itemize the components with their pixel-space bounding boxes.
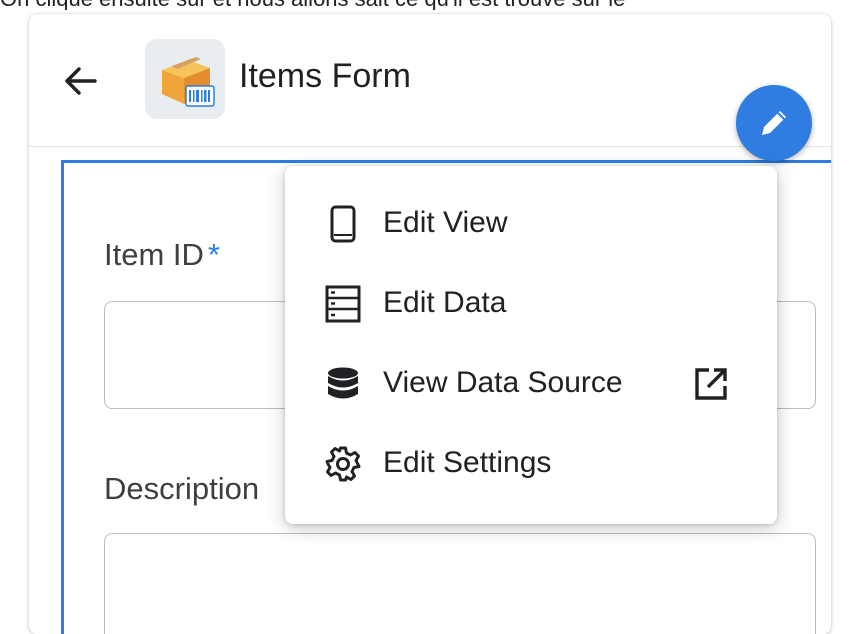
menu-item-view-data-source[interactable]: View Data Source xyxy=(285,344,777,424)
menu-item-edit-view[interactable]: Edit View xyxy=(285,184,777,264)
description-label: Description xyxy=(104,471,260,506)
required-mark: * xyxy=(207,237,220,272)
table-rows-icon xyxy=(323,284,363,324)
pencil-icon xyxy=(762,111,786,135)
gear-icon xyxy=(323,444,363,484)
page-title: Items Form xyxy=(239,57,411,95)
menu-item-edit-view-label: Edit View xyxy=(383,206,508,239)
edit-menu: Edit View Edit Data View Data Source Edi… xyxy=(285,166,777,524)
back-button[interactable] xyxy=(59,59,103,103)
edit-fab-button[interactable] xyxy=(736,85,812,161)
item-id-label: Item ID * xyxy=(104,237,220,273)
page-caption: On clique ensuite sur et nous allons sai… xyxy=(0,0,850,10)
mobile-phone-icon xyxy=(323,204,363,244)
menu-item-view-data-source-label: View Data Source xyxy=(383,366,623,399)
external-link-icon[interactable] xyxy=(691,364,731,404)
app-logo xyxy=(145,39,225,119)
menu-item-edit-data-label: Edit Data xyxy=(383,286,507,319)
menu-item-edit-settings[interactable]: Edit Settings xyxy=(285,424,777,504)
database-icon xyxy=(323,364,363,404)
item-id-label-text: Item ID xyxy=(104,237,204,272)
app-header: Items Form xyxy=(29,14,831,147)
arrow-left-icon xyxy=(65,67,97,95)
package-barcode-icon xyxy=(162,57,215,107)
menu-item-edit-data[interactable]: Edit Data xyxy=(285,264,777,344)
menu-item-edit-settings-label: Edit Settings xyxy=(383,446,552,479)
